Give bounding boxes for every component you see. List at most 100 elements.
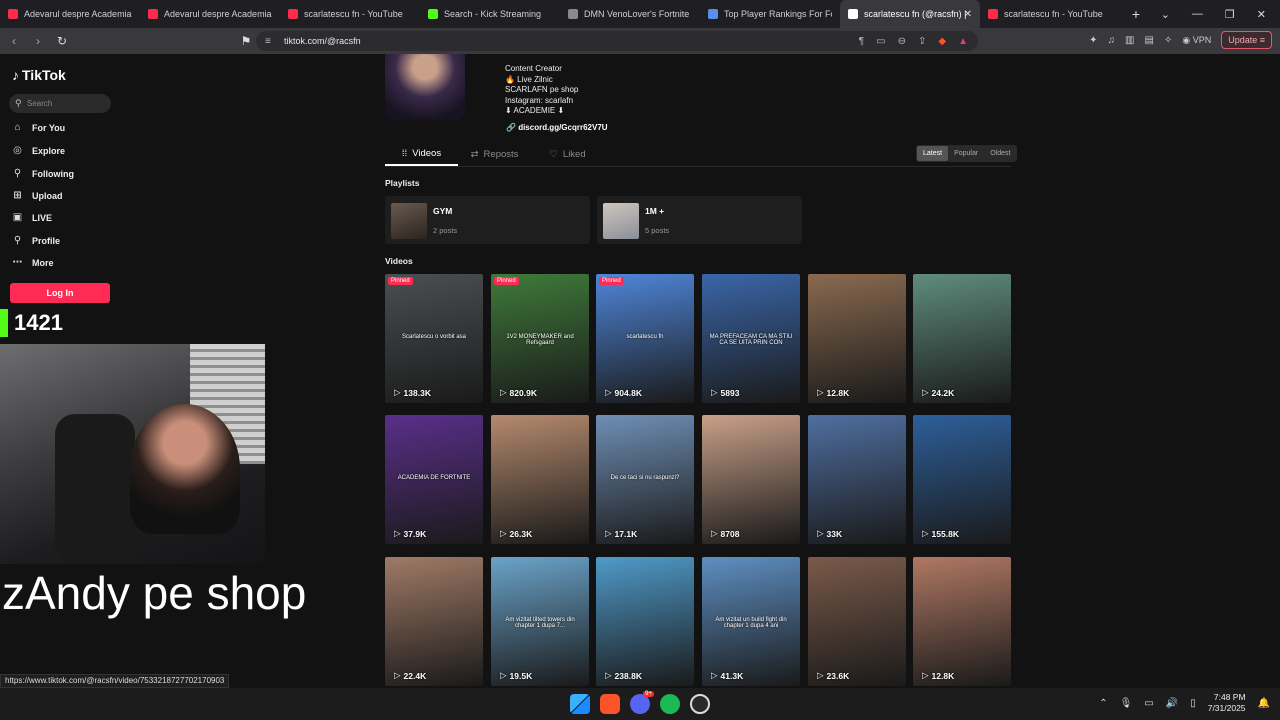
new-tab-button[interactable]: +	[1126, 6, 1146, 22]
clock-time: 7:48 PM	[1213, 692, 1246, 702]
system-tray: ⌃ 🎙 ▭ 🔊 ▯ 7:48 PM 7/31/2025 🔔	[1099, 692, 1270, 714]
sidebar-item-explore[interactable]: ◎ Explore	[12, 145, 65, 156]
tab-label: Videos	[412, 147, 442, 159]
reader-icon[interactable]: ¶	[859, 36, 864, 47]
sort-latest-button[interactable]: Latest	[917, 146, 949, 161]
media-icon[interactable]: ♫	[1108, 35, 1116, 46]
tiktok-logo[interactable]: ♪ TikTok	[12, 67, 66, 83]
tab-title: Adevarul despre Academia de	[164, 9, 272, 19]
battery-icon[interactable]: ▯	[1190, 698, 1196, 709]
wallet-icon[interactable]: ▤	[1144, 35, 1153, 46]
steelseries-icon[interactable]	[690, 694, 710, 714]
volume-icon[interactable]: 🔊	[1166, 698, 1178, 709]
spotify-icon[interactable]	[660, 694, 680, 714]
video-thumbnail[interactable]: Pinned Scarlatescu o vorbit asa ▷ 138.3K	[385, 274, 483, 403]
view-count: ▷ 238.8K	[605, 670, 642, 681]
close-window-button[interactable]: ✕	[1257, 8, 1266, 21]
browser-right-tools: ✦ ♫ ▥ ▤ ✧ ◉ VPN Update ≡	[1089, 31, 1272, 49]
address-bar[interactable]: ≡ tiktok.com/@racsfn ¶ ▭ ⊖ ⇪ ◆ ▲	[256, 31, 978, 51]
update-button[interactable]: Update ≡	[1221, 31, 1272, 49]
video-thumbnail[interactable]: De ce taci si nu raspunzi? ▷ 17.1K	[596, 415, 694, 544]
site-settings-icon[interactable]: ≡	[265, 36, 271, 47]
microphone-icon[interactable]: 🎙	[1120, 698, 1133, 709]
browser-tab[interactable]: Search - Kick Streaming	[420, 0, 560, 28]
video-thumbnail[interactable]: ▷ 8708	[702, 415, 800, 544]
tab-list-chevron-icon[interactable]: ⌄	[1161, 8, 1170, 21]
video-thumbnail[interactable]: ▷ 26.3K	[491, 415, 589, 544]
browser-tab[interactable]: Top Player Rankings For Fortn	[700, 0, 840, 28]
video-thumbnail[interactable]: ▷ 155.8K	[913, 415, 1011, 544]
browser-tab[interactable]: scarlatescu fn - YouTube	[980, 0, 1120, 28]
tab-reposts[interactable]: ⇄ Reposts	[458, 142, 531, 166]
profile-avatar[interactable]	[385, 54, 465, 120]
back-button[interactable]: ‹	[4, 34, 24, 48]
view-count: ▷ 155.8K	[922, 528, 959, 539]
video-thumbnail[interactable]: ▷ 24.2K	[913, 274, 1011, 403]
video-thumbnail[interactable]: ▷ 12.8K	[913, 557, 1011, 686]
leo-icon[interactable]: ✧	[1164, 35, 1172, 46]
system-clock[interactable]: 7:48 PM 7/31/2025	[1208, 692, 1246, 714]
sort-popular-button[interactable]: Popular	[948, 146, 984, 161]
sort-oldest-button[interactable]: Oldest	[984, 146, 1016, 161]
vpn-button[interactable]: ◉ VPN	[1182, 35, 1211, 46]
close-tab-icon[interactable]: ✕	[964, 9, 972, 20]
discord-icon[interactable]: 9+	[630, 691, 654, 714]
video-thumbnail[interactable]: ▷ 238.8K	[596, 557, 694, 686]
sidebar-item-icon: ⌂	[14, 122, 21, 133]
sidebar-icon[interactable]: ▥	[1125, 35, 1134, 46]
brave-shield-icon[interactable]: ◆	[938, 36, 946, 47]
view-count: ▷ 12.8K	[922, 670, 954, 681]
video-thumbnail[interactable]: ▷ 12.8K	[808, 274, 906, 403]
bookmark-icon[interactable]: ⚑	[236, 34, 256, 48]
screenshot-icon[interactable]: ▭	[876, 36, 885, 47]
browser-tab[interactable]: scarlatescu fn - YouTube	[280, 0, 420, 28]
view-count: ▷ 24.2K	[922, 387, 954, 398]
play-icon: ▷	[922, 387, 929, 397]
playlist-card-gym[interactable]: GYM 2 posts	[385, 196, 590, 244]
browser-tab[interactable]: DMN VenoLover's Fortnite Eve	[560, 0, 700, 28]
sidebar-item-label: Upload	[32, 190, 63, 201]
browser-tab[interactable]: Adevarul despre Academia de	[0, 0, 140, 28]
notifications-icon[interactable]: 🔔	[1258, 698, 1270, 709]
forward-button[interactable]: ›	[28, 34, 48, 48]
windows-start-icon[interactable]	[570, 694, 590, 714]
sidebar-item-upload[interactable]: ⊞ Upload	[12, 190, 63, 201]
video-thumbnail[interactable]: ▷ 23.6K	[808, 557, 906, 686]
video-thumbnail[interactable]: Am vizitat un build fight din chapter 1 …	[702, 557, 800, 686]
profile-link[interactable]: 🔗 discord.gg/Gcqrr62V7U	[506, 123, 608, 132]
video-thumbnail[interactable]: Am vizitat tilted towers din chapter 1 d…	[491, 557, 589, 686]
sidebar-item-following[interactable]: ⚲ Following	[12, 168, 74, 179]
extensions-icon[interactable]: ✦	[1089, 35, 1097, 46]
network-icon[interactable]: ▭	[1144, 698, 1153, 709]
video-thumbnail[interactable]: ▷ 33K	[808, 415, 906, 544]
playlist-card-1m[interactable]: 1M + 5 posts	[597, 196, 802, 244]
browser-tab[interactable]: scarlatescu fn (@racsfn) | ✕	[840, 0, 980, 28]
zoom-icon[interactable]: ⊖	[898, 36, 906, 47]
login-button[interactable]: Log In	[10, 283, 110, 303]
video-thumbnail[interactable]: MA PREFACEAM CA MA STIU CA SE UITA PRIN …	[702, 274, 800, 403]
tab-liked[interactable]: ♡ Liked	[531, 142, 604, 166]
playlists-heading: Playlists	[385, 178, 420, 188]
video-thumbnail[interactable]: Pinned 1V2 MONEYMAKER and Refsgaard ▷ 820.9…	[491, 274, 589, 403]
brave-browser-icon[interactable]	[600, 694, 620, 714]
rewards-icon[interactable]: ▲	[958, 36, 968, 47]
view-count-value: 17.1K	[614, 528, 638, 539]
tab-videos[interactable]: ⁞⁞ Videos	[385, 142, 458, 166]
browser-tab[interactable]: Adevarul despre Academia de	[140, 0, 280, 28]
minimize-button[interactable]: —	[1192, 8, 1203, 20]
video-thumbnail[interactable]: ACADEMIA DE FORTNITE ▷ 37.9K	[385, 415, 483, 544]
search-input[interactable]: ⚲ Search	[9, 94, 111, 113]
sidebar-item-for-you[interactable]: ⌂ For You	[12, 122, 65, 133]
sidebar-item-more[interactable]: ⋯ More	[12, 257, 54, 268]
reload-button[interactable]: ↻	[52, 34, 72, 48]
view-count-value: 820.9K	[509, 387, 537, 398]
sidebar-item-live[interactable]: ▣ LIVE	[12, 212, 52, 223]
maximize-button[interactable]: ❐	[1225, 8, 1235, 21]
video-thumbnail[interactable]: ▷ 22.4K	[385, 557, 483, 686]
share-icon[interactable]: ⇪	[918, 36, 926, 47]
tray-expand-icon[interactable]: ⌃	[1099, 698, 1107, 709]
sidebar-item-profile[interactable]: ⚲ Profile	[12, 235, 60, 246]
play-icon: ▷	[711, 387, 718, 397]
play-icon: ▷	[922, 670, 929, 680]
video-thumbnail[interactable]: Pinned scarlatescu fn ▷ 904.8K	[596, 274, 694, 403]
